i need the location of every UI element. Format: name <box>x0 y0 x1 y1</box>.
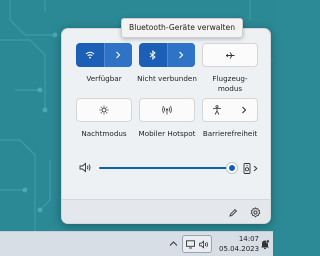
volume-slider-track[interactable] <box>99 167 235 169</box>
pencil-icon[interactable] <box>228 208 238 218</box>
chevron-up-icon[interactable] <box>169 240 178 247</box>
notification-bell-icon[interactable] <box>260 239 270 250</box>
mobile-hotspot-label: Mobiler Hotspot <box>138 129 196 138</box>
wifi-icon <box>85 51 95 59</box>
chevron-right-icon <box>241 106 246 114</box>
chevron-right-icon <box>179 51 184 59</box>
bluetooth-expand-button[interactable] <box>166 43 195 67</box>
airplane-mode-tile[interactable] <box>202 43 258 67</box>
quick-settings-footer <box>62 199 270 223</box>
wifi-tile[interactable] <box>76 43 132 67</box>
wifi-toggle[interactable] <box>76 43 104 67</box>
accessibility-tile[interactable] <box>202 98 258 122</box>
volume-row <box>73 160 261 176</box>
audio-output-icon <box>243 162 251 174</box>
accessibility-icon <box>212 105 221 115</box>
system-tray-button[interactable] <box>182 235 212 253</box>
bluetooth-icon <box>149 50 156 60</box>
clock-time: 14:07 <box>238 235 259 243</box>
hotspot-icon <box>162 105 172 115</box>
bluetooth-tile[interactable] <box>139 43 195 67</box>
airplane-icon <box>225 51 234 59</box>
brightness-icon <box>99 105 109 115</box>
volume-slider-thumb[interactable] <box>227 163 238 173</box>
chevron-right-icon <box>253 165 258 171</box>
mobile-hotspot-tile[interactable] <box>139 98 195 122</box>
taskbar: 14:07 05.04.2023 <box>0 231 273 256</box>
night-mode-label: Nachtmodus <box>81 129 127 138</box>
speaker-icon[interactable] <box>79 162 92 173</box>
accessibility-label: Barrierefreiheit <box>202 129 258 138</box>
gear-icon[interactable] <box>250 207 261 218</box>
accessibility-toggle[interactable] <box>203 99 230 121</box>
taskbar-clock[interactable]: 14:07 05.04.2023 <box>219 234 259 254</box>
bluetooth-tooltip: Bluetooth-Geräte verwalten <box>121 18 244 38</box>
speaker-icon <box>198 239 208 249</box>
quick-settings-panel: Verfügbar Nicht verbunden Flugzeug- modu… <box>61 28 271 224</box>
wifi-expand-button[interactable] <box>103 43 132 67</box>
accessibility-expand-button[interactable] <box>230 99 257 121</box>
night-mode-tile[interactable] <box>76 98 132 122</box>
chevron-right-icon <box>116 51 121 59</box>
audio-output-button[interactable] <box>243 161 261 175</box>
airplane-mode-label: Flugzeug- modus <box>212 74 248 93</box>
clock-date: 05.04.2023 <box>219 245 260 253</box>
bluetooth-toggle[interactable] <box>139 43 167 67</box>
bluetooth-label: Nicht verbunden <box>137 74 197 83</box>
wifi-label: Verfügbar <box>86 74 122 83</box>
network-icon <box>185 239 195 248</box>
